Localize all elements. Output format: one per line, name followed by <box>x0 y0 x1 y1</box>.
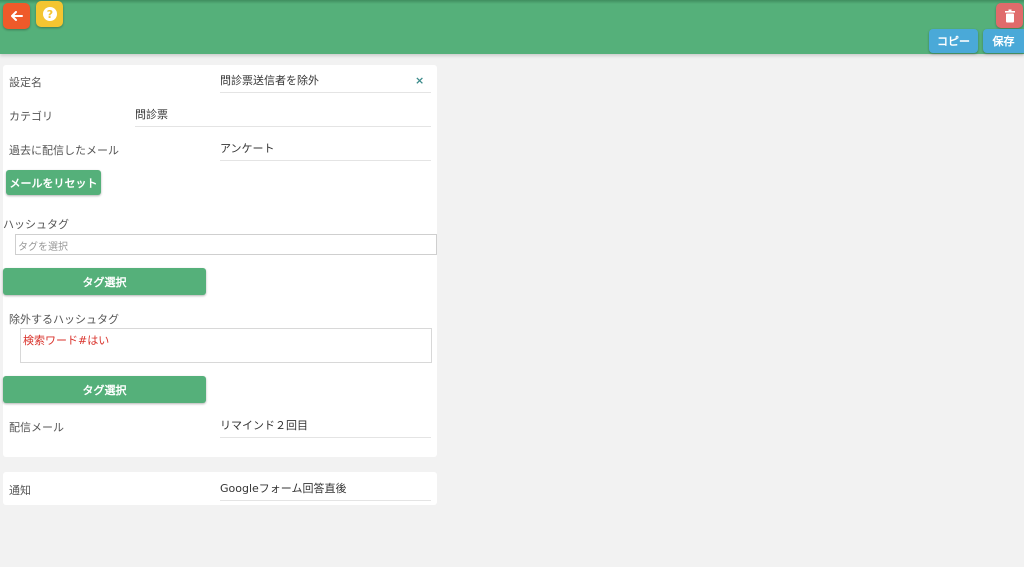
delete-button[interactable] <box>996 3 1023 28</box>
notify-field[interactable]: Googleフォーム回答直後 <box>220 480 431 501</box>
exclude-hashtag-tag: 検索ワード#はい <box>23 334 110 347</box>
delivery-mail-label: 配信メール <box>9 421 64 434</box>
hashtag-input[interactable]: タグを選択 <box>15 234 437 255</box>
past-mail-field[interactable]: アンケート <box>220 140 431 161</box>
reset-mail-button[interactable]: メールをリセット <box>6 170 101 195</box>
hashtag-label: ハッシュタグ <box>3 218 69 231</box>
category-label: カテゴリ <box>9 110 53 123</box>
notify-label: 通知 <box>9 484 31 497</box>
exclude-hashtag-box[interactable]: 検索ワード#はい <box>20 328 432 363</box>
setting-name-field[interactable]: 問診票送信者を除外 <box>220 72 431 93</box>
past-mail-label: 過去に配信したメール <box>9 144 119 157</box>
copy-button[interactable]: コピー <box>929 29 978 53</box>
delivery-mail-field[interactable]: リマインド２回目 <box>220 417 431 438</box>
question-icon: ? <box>42 7 57 21</box>
top-bar: ? コピー 保存 <box>0 0 1024 54</box>
clear-icon[interactable]: × <box>415 74 424 87</box>
back-button[interactable] <box>3 3 30 29</box>
category-field[interactable]: 問診票 <box>135 106 431 127</box>
svg-text:?: ? <box>46 8 52 21</box>
notify-card: 通知 Googleフォーム回答直後 <box>3 472 437 505</box>
arrow-left-icon <box>10 11 23 21</box>
tag-select-button[interactable]: タグ選択 <box>3 268 206 295</box>
exclude-hashtag-label: 除外するハッシュタグ <box>9 313 119 326</box>
trash-icon <box>1004 9 1015 22</box>
settings-card: 設定名 問診票送信者を除外 × カテゴリ 問診票 過去に配信したメール アンケー… <box>3 65 437 457</box>
tag-select-button-2[interactable]: タグ選択 <box>3 376 206 403</box>
setting-name-label: 設定名 <box>9 76 42 89</box>
help-button[interactable]: ? <box>36 1 63 27</box>
save-button[interactable]: 保存 <box>983 29 1024 53</box>
